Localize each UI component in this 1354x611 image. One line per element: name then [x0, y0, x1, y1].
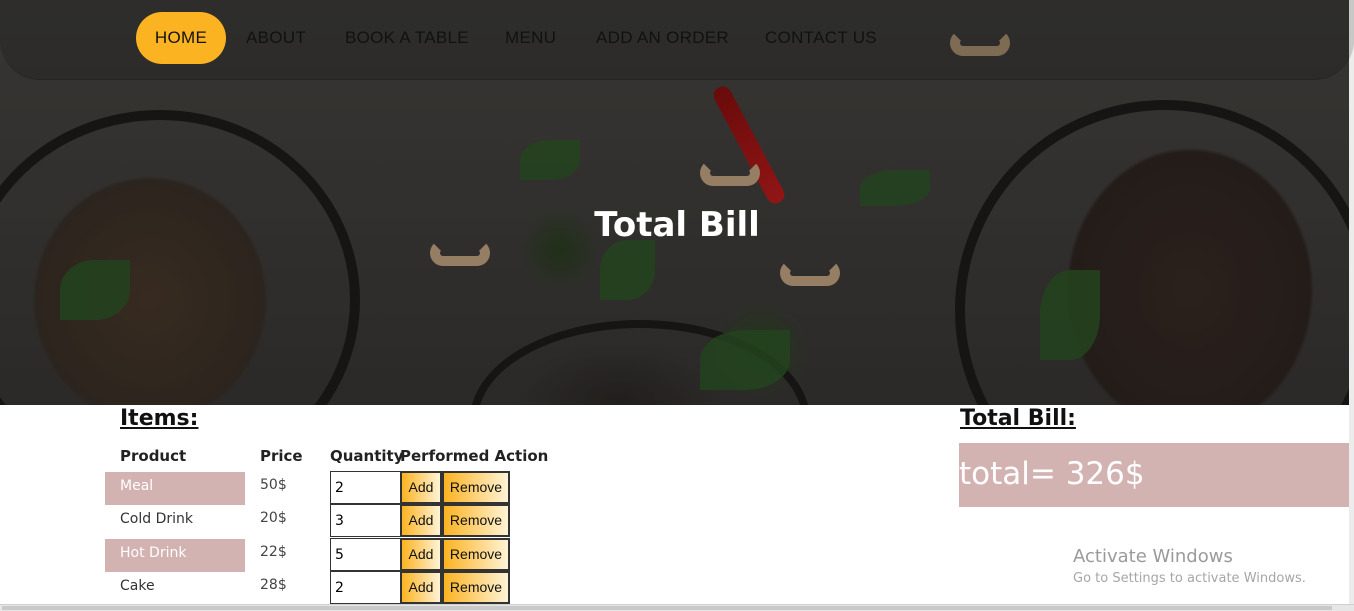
add-button[interactable]: Add [400, 538, 442, 571]
product-name: Cake [120, 578, 155, 594]
add-button[interactable]: Add [400, 504, 442, 537]
herb-decoration [60, 260, 130, 320]
nav-about[interactable]: ABOUT [246, 12, 306, 64]
product-price: 22$ [260, 544, 287, 560]
vertical-scrollbar[interactable] [1349, 0, 1354, 604]
remove-button[interactable]: Remove [442, 571, 510, 604]
remove-button[interactable]: Remove [442, 504, 510, 537]
total-amount: total= 326$ [959, 443, 1349, 507]
quantity-input[interactable]: 5 [330, 538, 401, 571]
page-title: Total Bill [594, 205, 760, 245]
top-navbar: HOME ABOUT BOOK A TABLE MENU ADD AN ORDE… [0, 0, 1354, 80]
activate-windows-title: Activate Windows [1073, 546, 1233, 567]
quantity-input[interactable]: 2 [330, 571, 401, 604]
header-product: Product [120, 447, 187, 465]
nav-add-an-order[interactable]: ADD AN ORDER [596, 12, 729, 64]
nav-contact-us[interactable]: CONTACT US [765, 12, 877, 64]
nav-book-a-table[interactable]: BOOK A TABLE [345, 12, 469, 64]
quantity-input[interactable]: 3 [330, 504, 401, 537]
nav-menu[interactable]: MENU [505, 12, 556, 64]
herb-decoration [1040, 270, 1100, 360]
quantity-input[interactable]: 2 [330, 471, 401, 504]
product-name: Meal [105, 472, 245, 505]
activate-windows-subtitle: Go to Settings to activate Windows. [1073, 571, 1306, 586]
product-price: 50$ [260, 477, 287, 493]
product-name: Hot Drink [105, 539, 245, 572]
chili-decoration [710, 83, 788, 207]
scrollbar-thumb[interactable] [2, 606, 1332, 610]
plate-image-right [955, 100, 1354, 405]
add-button[interactable]: Add [400, 571, 442, 604]
product-price: 28$ [260, 577, 287, 593]
herb-decoration [520, 140, 580, 180]
remove-button[interactable]: Remove [442, 538, 510, 571]
add-button[interactable]: Add [400, 471, 442, 504]
header-price: Price [260, 447, 303, 465]
total-bill-heading: Total Bill: [960, 406, 1076, 431]
herb-decoration [860, 170, 930, 206]
product-price: 20$ [260, 510, 287, 526]
product-name: Cold Drink [120, 511, 193, 527]
plate-image-middle [470, 320, 810, 405]
nav-home[interactable]: HOME [136, 12, 226, 64]
cashew-decoration [780, 260, 840, 286]
herb-decoration [600, 240, 655, 300]
cashew-decoration [700, 160, 760, 186]
remove-button[interactable]: Remove [442, 471, 510, 504]
plate-image-left [0, 110, 360, 405]
header-quantity: Quantity [330, 447, 404, 465]
items-heading: Items: [120, 406, 199, 431]
header-action: Performed Action [400, 447, 549, 465]
horizontal-scrollbar[interactable] [0, 604, 1354, 611]
herb-decoration [700, 330, 790, 390]
